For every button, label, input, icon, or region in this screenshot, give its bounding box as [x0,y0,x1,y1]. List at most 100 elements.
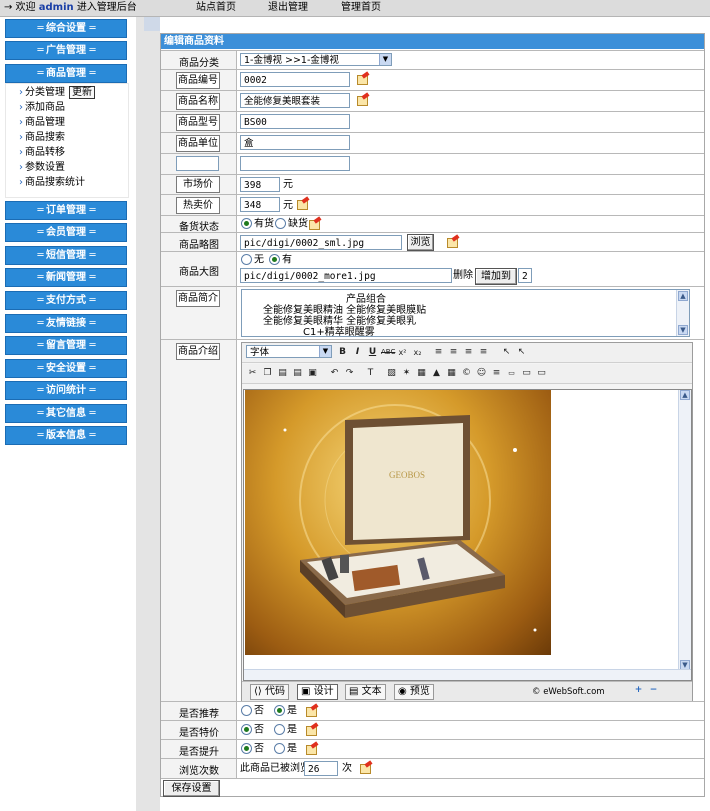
mode-design-tab[interactable]: ▣ 设计 [297,684,338,700]
menu-payment[interactable]: ═ 支付方式 ═ [5,291,127,310]
model-input[interactable]: BS00 [240,114,350,129]
radio-special-yes[interactable] [274,724,285,735]
intro-textarea[interactable]: 产品组合 全能修复美眼精油 全能修复美眼膜贴 全能修复美眼精华 全能修复美眼乳 … [241,289,690,338]
paste-icon[interactable]: ▤ [276,367,289,380]
copy-icon[interactable]: ❐ [261,367,274,380]
editor-hscrollbar[interactable] [244,669,691,680]
select-cursor-icon[interactable]: ↖ [515,346,528,359]
paste-text-icon[interactable]: ▤ [291,367,304,380]
mode-preview-tab[interactable]: ◉ 预览 [394,684,434,700]
radio-recommend-no[interactable] [241,705,252,716]
edit-icon[interactable] [357,71,370,85]
scroll-down-icon[interactable]: ▼ [678,325,688,335]
menu-orders[interactable]: ═ 订单管理 ═ [5,201,127,220]
media-icon[interactable]: ▦ [415,367,428,380]
subscript-icon[interactable]: x₂ [411,346,424,359]
recommend-yes-option[interactable]: 是 [274,705,297,718]
menu-general[interactable]: ═ 综合设置 ═ [5,19,127,38]
justify-icon[interactable]: ≡ [477,346,490,359]
browse-button[interactable]: 浏览 [407,234,434,251]
align-left-icon[interactable]: ≡ [432,346,445,359]
code-input[interactable]: 0002 [240,72,350,87]
radio-recommend-yes[interactable] [274,705,285,716]
menu-ads[interactable]: ═ 广告管理 ═ [5,41,127,60]
scroll-up-icon[interactable]: ▲ [680,390,690,400]
bigpic-none-option[interactable]: 无 [241,254,264,267]
menu-other[interactable]: ═ 其它信息 ═ [5,404,127,423]
delete-link[interactable]: 删除 [453,270,473,282]
paste-word-icon[interactable]: ▣ [306,367,319,380]
submenu-search[interactable]: › 商品搜索 [19,131,65,145]
cut-icon[interactable]: ✂ [246,367,259,380]
horizontal-rule-icon[interactable]: ≡ [490,367,503,380]
add-to-button[interactable]: 增加到 [475,268,517,285]
radio-bigpic-yes[interactable] [269,254,280,265]
menu-sms[interactable]: ═ 短信管理 ═ [5,246,127,265]
bold-icon[interactable]: B [336,346,349,359]
image-icon[interactable]: ▨ [385,367,398,380]
update-tag[interactable]: 更新 [69,86,95,99]
undo-icon[interactable]: ↶ [328,367,341,380]
bigpic-yes-option[interactable]: 有 [269,254,292,267]
italic-icon[interactable]: I [351,346,364,359]
logout-link[interactable]: 退出管理 [268,0,308,16]
menu-security[interactable]: ═ 安全设置 ═ [5,359,127,378]
edit-icon[interactable] [447,234,460,248]
emoticon-icon[interactable]: ☺ [475,367,488,380]
mode-code-tab[interactable]: ⟨⟩ 代码 [250,684,289,700]
strikethrough-icon[interactable]: ABC [381,346,395,359]
category-select[interactable]: 1-金博视 >>1-金博视 ▼ [240,53,392,66]
intro-scrollbar[interactable]: ▲ ▼ [676,290,689,336]
menu-members[interactable]: ═ 会员管理 ═ [5,223,127,242]
admin-home-link[interactable]: 管理首页 [341,0,381,16]
special-no-option[interactable]: 否 [241,724,264,737]
table-icon[interactable]: ▦ [445,367,458,380]
zoom-in-icon[interactable]: + [632,684,645,697]
edit-icon[interactable] [357,92,370,106]
remove-format-icon[interactable]: T [364,367,377,380]
underline-icon[interactable]: U [366,346,379,359]
align-right-icon[interactable]: ≡ [462,346,475,359]
custom-label-input[interactable] [176,156,219,171]
radio-promote-no[interactable] [241,743,252,754]
editor-canvas[interactable]: GEOBOS ▲ ▼ [243,389,692,681]
menu-news[interactable]: ═ 新闻管理 ═ [5,268,127,287]
submenu-add[interactable]: › 添加商品 [19,101,65,115]
promote-yes-option[interactable]: 是 [274,743,297,756]
unit-input[interactable]: 盒 [240,135,350,150]
submenu-category[interactable]: › 分类管理 更新 [19,86,95,100]
edit-icon[interactable] [297,196,310,210]
sale-price-input[interactable]: 348 [240,197,280,212]
edit-icon[interactable] [360,760,373,774]
recommend-no-option[interactable]: 否 [241,705,264,718]
align-center-icon[interactable]: ≡ [447,346,460,359]
stock-out-option[interactable]: 缺货 [275,218,308,231]
radio-special-no[interactable] [241,724,252,735]
submenu-manage[interactable]: › 商品管理 [19,116,65,130]
edit-icon[interactable] [306,722,319,736]
menu-stats[interactable]: ═ 访问统计 ═ [5,381,127,400]
date-icon[interactable]: ▭ [505,367,518,380]
custom-value-input[interactable] [240,156,350,171]
submenu-params[interactable]: › 参数设置 [19,161,65,175]
menu-guestbook[interactable]: ═ 留言管理 ═ [5,336,127,355]
stock-in-option[interactable]: 有货 [241,218,274,231]
zoom-out-icon[interactable]: − [647,684,660,697]
mode-text-tab[interactable]: ▤ 文本 [345,684,386,700]
promote-no-option[interactable]: 否 [241,743,264,756]
marquee-icon[interactable]: ▭ [520,367,533,380]
submenu-transfer[interactable]: › 商品转移 [19,146,65,160]
file-icon[interactable]: ▲ [430,367,443,380]
add-to-count-input[interactable]: 2 [518,268,532,283]
menu-links[interactable]: ═ 友情链接 ═ [5,314,127,333]
font-select[interactable]: 字体 ▼ [246,345,332,358]
editor-scrollbar[interactable]: ▲ ▼ [678,390,691,680]
page-break-icon[interactable]: ▭ [535,367,548,380]
flash-icon[interactable]: ✶ [400,367,413,380]
thumb-input[interactable]: pic/digi/0002_sml.jpg [240,235,402,250]
bigpic-input[interactable]: pic/digi/0002_more1.jpg [240,268,452,283]
views-input[interactable]: 26 [304,761,338,776]
scroll-up-icon[interactable]: ▲ [678,291,688,301]
name-input[interactable]: 全能修复美眼套装 [240,93,350,108]
site-home-link[interactable]: 站点首页 [196,0,236,16]
